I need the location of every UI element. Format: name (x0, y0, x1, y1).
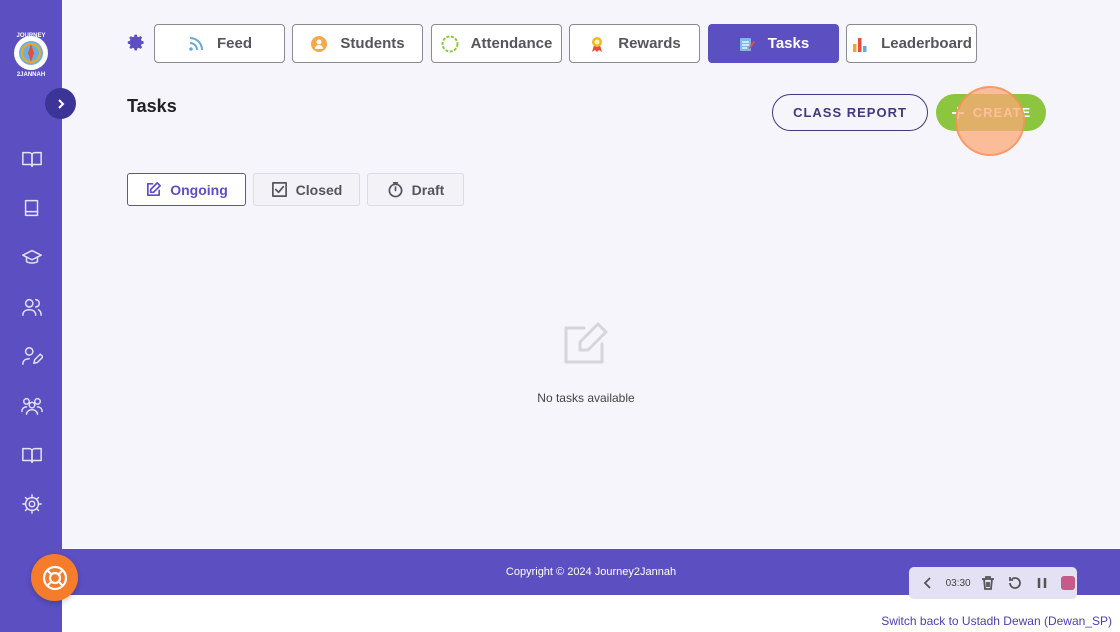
empty-state-text: No tasks available (537, 391, 635, 405)
switch-back-link[interactable]: Switch back to Ustadh Dewan (Dewan_SP) (881, 614, 1112, 628)
class-settings-gear-icon[interactable] (127, 33, 146, 52)
tab-feed[interactable]: Feed (154, 24, 285, 63)
recorder-delete-button[interactable] (980, 574, 998, 592)
subtab-draft-label: Draft (411, 181, 445, 198)
sidebar-book-icon[interactable] (19, 195, 45, 221)
sidebar-expand-button[interactable] (45, 88, 76, 119)
tab-rewards[interactable]: Rewards (569, 24, 700, 63)
tasks-icon (738, 35, 756, 53)
recorder-stop-button[interactable] (1059, 574, 1077, 592)
bar-chart-icon (851, 35, 869, 53)
recorder-restart-button[interactable] (1006, 574, 1024, 592)
chevron-right-icon (57, 98, 64, 109)
sidebar-reader-icon[interactable] (19, 442, 45, 468)
student-icon (310, 35, 328, 53)
subtab-closed-label: Closed (295, 181, 343, 198)
sidebar-settings-icon[interactable] (19, 491, 45, 517)
tab-feed-label: Feed (216, 35, 252, 52)
tab-leaderboard[interactable]: Leaderboard (846, 24, 977, 63)
class-report-button[interactable]: CLASS REPORT (772, 94, 928, 131)
subtab-ongoing[interactable]: Ongoing (127, 173, 246, 206)
tab-attendance-label: Attendance (470, 35, 553, 52)
tab-leaderboard-label: Leaderboard (881, 35, 972, 52)
tab-tasks-label: Tasks (767, 35, 810, 52)
tab-students-label: Students (340, 35, 405, 52)
trash-icon (982, 576, 995, 590)
recorder-pause-button[interactable] (1033, 574, 1051, 592)
recorder-timer: 03:30 (945, 577, 971, 589)
recorder-collapse-button[interactable] (919, 574, 937, 592)
create-button-label: CREATE (972, 105, 1032, 120)
create-button[interactable]: CREATE (936, 94, 1046, 131)
journey2jannah-logo[interactable]: JOURNEY 2JANNAH (9, 28, 53, 78)
rss-icon (187, 35, 205, 53)
sidebar-graduation-cap-icon[interactable] (19, 244, 45, 270)
subtab-ongoing-label: Ongoing (170, 181, 228, 198)
empty-tasks-edit-icon (562, 320, 610, 368)
tab-students[interactable]: Students (292, 24, 423, 63)
sidebar-open-book-icon[interactable] (19, 146, 45, 172)
tab-attendance[interactable]: Attendance (431, 24, 562, 63)
restart-icon (1009, 577, 1021, 589)
award-icon (588, 35, 606, 53)
sidebar-user-edit-icon[interactable] (19, 343, 45, 369)
svg-text:JOURNEY: JOURNEY (16, 33, 45, 39)
lifebuoy-icon (42, 565, 67, 590)
stopwatch-icon (388, 182, 403, 198)
chevron-left-icon (923, 577, 931, 589)
help-button[interactable] (31, 554, 78, 601)
edit-square-icon (147, 182, 162, 197)
page-title: Tasks (127, 96, 177, 116)
tab-tasks[interactable]: Tasks (708, 24, 839, 63)
plus-icon (951, 106, 964, 119)
attendance-icon (441, 35, 459, 53)
sidebar-group-icon[interactable] (19, 393, 45, 419)
stop-icon (1061, 576, 1076, 590)
screen-recorder-toolbar: 03:30 (909, 567, 1077, 599)
checkbox-icon (271, 182, 287, 197)
svg-text:2JANNAH: 2JANNAH (17, 72, 45, 78)
subtab-closed[interactable]: Closed (253, 173, 360, 206)
pause-icon (1037, 578, 1046, 588)
subtab-draft[interactable]: Draft (367, 173, 464, 206)
tab-rewards-label: Rewards (618, 35, 681, 52)
sidebar-users-icon[interactable] (19, 294, 45, 320)
copyright-text: Copyright © 2024 Journey2Jannah (505, 566, 677, 578)
